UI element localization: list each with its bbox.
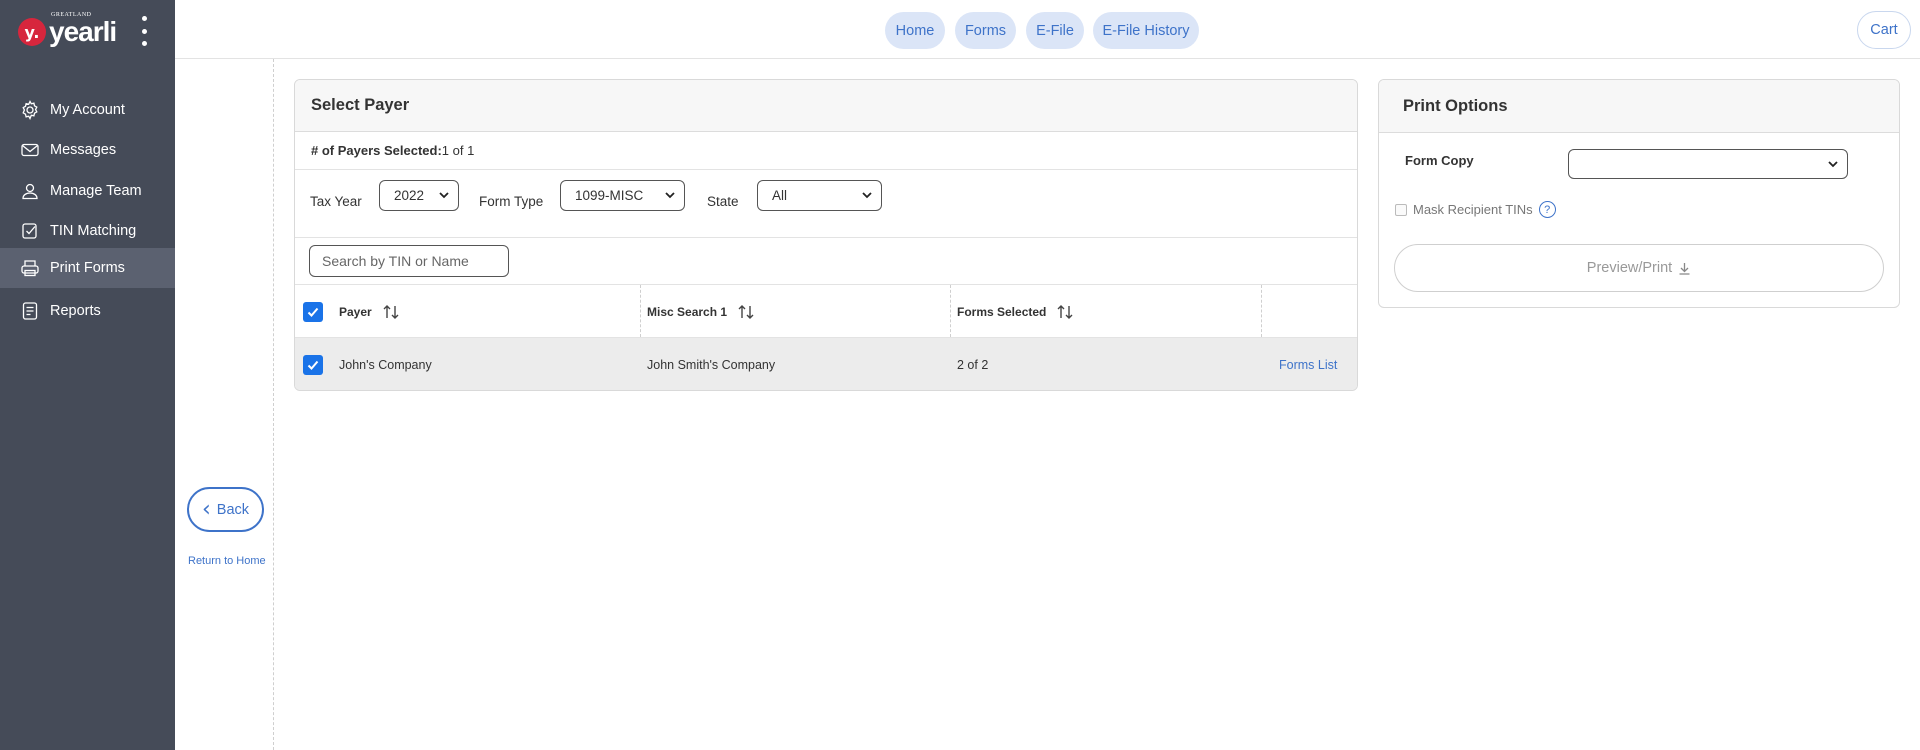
logo-text: GREATLAND yearli: [49, 12, 117, 47]
more-menu-icon[interactable]: [134, 16, 154, 46]
cart-button[interactable]: Cart: [1857, 11, 1911, 49]
state-select[interactable]: All: [757, 180, 882, 211]
sidebar-item-my-account[interactable]: My Account: [0, 90, 175, 130]
preview-print-label: Preview/Print: [1586, 260, 1673, 276]
tab-home[interactable]: Home: [885, 12, 945, 49]
tax-year-label: Tax Year: [310, 194, 362, 209]
checkmark-icon: [307, 360, 319, 370]
table-row[interactable]: John's Company John Smith's Company 2 of…: [295, 338, 1357, 390]
sidebar-item-label: Messages: [50, 142, 117, 158]
back-label: Back: [216, 501, 250, 518]
sidebar-item-label: Reports: [50, 303, 101, 319]
sidebar-item-label: Print Forms: [50, 260, 125, 276]
payer-cell: John's Company: [339, 357, 432, 372]
column-label: Misc Search 1: [647, 304, 728, 319]
brand-logo[interactable]: y. GREATLAND yearli: [18, 12, 117, 52]
sidebar-item-reports[interactable]: Reports: [0, 291, 175, 331]
print-options-panel: Print Options Form Copy Mask Recipient T…: [1378, 79, 1900, 308]
sidebar-item-label: TIN Matching: [50, 223, 137, 239]
payers-selected-row: # of Payers Selected: 1 of 1: [295, 132, 1357, 170]
panel-title: Print Options: [1379, 80, 1899, 133]
tax-year-value: 2022: [394, 188, 425, 203]
logo-mark: y.: [18, 18, 46, 46]
sidebar-item-label: Manage Team: [50, 183, 142, 199]
chevron-left-icon: ‹: [201, 496, 211, 522]
form-type-value: 1099-MISC: [575, 188, 644, 203]
search-row: [295, 238, 1357, 285]
misc-search-cell: John Smith's Company: [647, 357, 776, 372]
form-copy-select[interactable]: [1568, 149, 1848, 179]
forms-list-link[interactable]: Forms List: [1279, 338, 1337, 390]
chevron-down-icon: [862, 192, 872, 199]
sidebar-item-tin-matching[interactable]: TIN Matching: [0, 211, 175, 251]
logo-small-text: GREATLAND: [51, 12, 92, 18]
form-copy-label: Form Copy: [1405, 153, 1474, 168]
download-icon: [1679, 262, 1690, 275]
sidebar-item-manage-team[interactable]: Manage Team: [0, 171, 175, 211]
payers-selected-label: # of Payers Selected:: [311, 143, 442, 158]
sort-icon[interactable]: [1056, 303, 1074, 321]
logo-wordmark: yearli: [49, 16, 117, 47]
tab-e-file-history[interactable]: E-File History: [1093, 12, 1199, 49]
table-header: Payer Misc Search 1 Forms Selected: [295, 285, 1357, 390]
mask-tins-label: Mask Recipient TINs: [1413, 202, 1533, 217]
mask-tins-checkbox[interactable]: [1395, 203, 1407, 216]
envelope-icon: [20, 140, 40, 160]
tab-e-file[interactable]: E-File: [1026, 12, 1084, 49]
column-label: Forms Selected: [957, 304, 1047, 319]
chevron-down-icon: [439, 192, 449, 199]
help-icon[interactable]: ?: [1538, 201, 1556, 218]
chevron-down-icon: [665, 192, 675, 199]
printer-icon: [20, 258, 40, 278]
tax-year-select[interactable]: 2022: [379, 180, 459, 211]
column-header-misc-search[interactable]: Misc Search 1: [647, 285, 755, 338]
sort-icon[interactable]: [382, 303, 400, 321]
panel-title: Select Payer: [295, 80, 1357, 132]
report-icon: [20, 301, 40, 321]
back-button[interactable]: ‹ Back: [187, 487, 264, 532]
state-label: State: [707, 194, 739, 209]
row-checkbox[interactable]: [303, 355, 323, 375]
column-header-forms-selected[interactable]: Forms Selected: [957, 285, 1074, 338]
forms-selected-cell: 2 of 2: [957, 357, 989, 372]
top-bar: Home Forms E-File E-File History Cart: [175, 0, 1920, 59]
divider: [273, 59, 274, 750]
sidebar-item-label: My Account: [50, 102, 125, 118]
checkmark-icon: [307, 307, 319, 317]
sidebar: y. GREATLAND yearli My Account Messages …: [0, 0, 175, 750]
tab-forms[interactable]: Forms: [955, 12, 1016, 49]
select-payer-panel: Select Payer # of Payers Selected: 1 of …: [294, 79, 1358, 391]
preview-print-button[interactable]: Preview/Print: [1394, 244, 1884, 292]
payers-selected-value: 1 of 1: [441, 143, 475, 158]
person-icon: [20, 181, 40, 201]
gear-icon: [20, 100, 40, 120]
form-type-label: Form Type: [479, 194, 544, 209]
form-type-select[interactable]: 1099-MISC: [560, 180, 685, 211]
column-header-payer[interactable]: Payer: [339, 285, 400, 338]
filters-row: Tax Year 2022 Form Type 1099-MISC State …: [295, 170, 1357, 238]
sort-icon[interactable]: [737, 303, 755, 321]
return-to-home-link[interactable]: Return to Home: [188, 555, 266, 567]
sidebar-item-messages[interactable]: Messages: [0, 130, 175, 170]
sidebar-item-print-forms[interactable]: Print Forms: [0, 248, 175, 288]
state-value: All: [772, 188, 788, 203]
search-input[interactable]: [309, 245, 509, 277]
chevron-down-icon: [1828, 161, 1838, 168]
mask-tins-row: Mask Recipient TINs ?: [1395, 201, 1556, 218]
checkmark-doc-icon: [20, 221, 40, 241]
select-all-checkbox[interactable]: [303, 302, 323, 322]
column-label: Payer: [339, 304, 372, 319]
